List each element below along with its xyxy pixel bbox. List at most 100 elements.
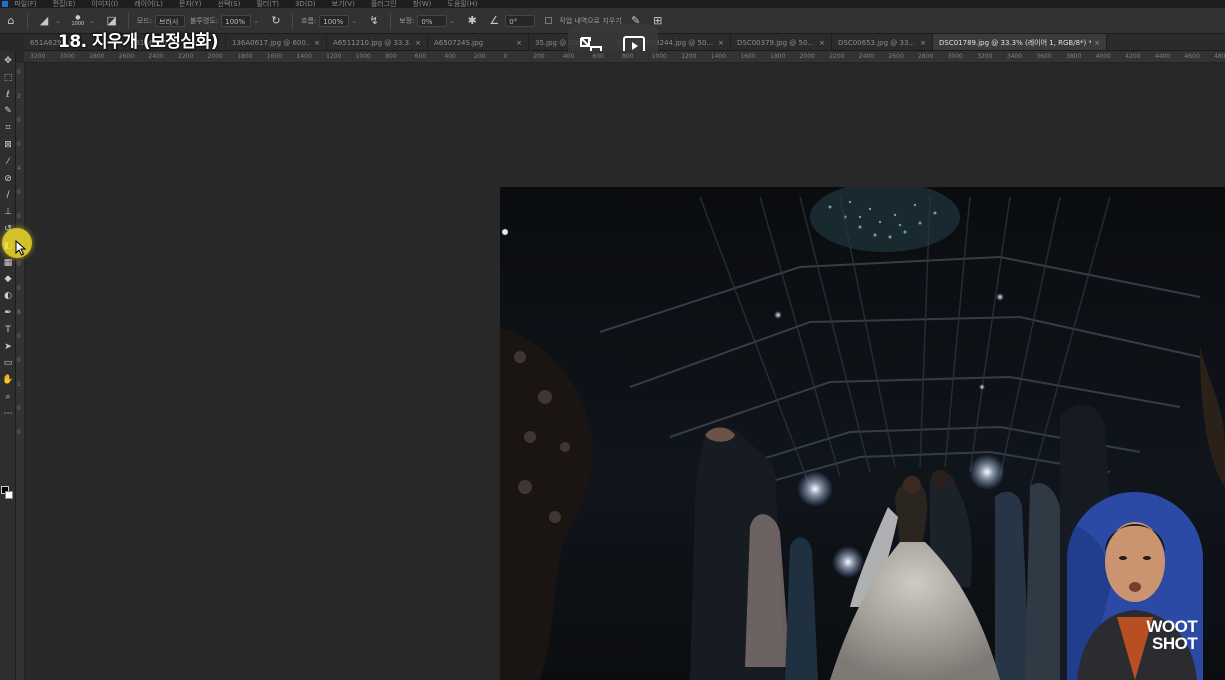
rectangle-tool-icon[interactable]: ▭ bbox=[0, 356, 16, 370]
clone-stamp-tool-icon[interactable]: ⊥ bbox=[0, 205, 16, 219]
angle-field[interactable]: 0° bbox=[505, 14, 536, 27]
crop-tool-icon[interactable]: ⌗ bbox=[0, 121, 16, 135]
photoshop-logo-icon bbox=[2, 1, 8, 7]
gear-icon[interactable]: ✱ bbox=[464, 13, 480, 29]
ruler-tick-label: 1 bbox=[17, 381, 21, 388]
smoothing-field[interactable]: 0% bbox=[417, 14, 448, 27]
menu-item[interactable]: 필터(T) bbox=[256, 0, 279, 8]
menu-items: 파일(F) 편집(E) 이미지(I) 레이어(L) 문자(Y) 선택(S) 필터(T) 3D(… bbox=[14, 0, 493, 8]
document-tab-active[interactable]: DSC01789.jpg @ 33.3% (레이어 1, RGB/8*) * × bbox=[933, 34, 1107, 50]
menu-item[interactable]: 도움말(H) bbox=[447, 0, 477, 8]
tab-close-icon[interactable]: × bbox=[415, 39, 421, 47]
eraser-icon[interactable]: ◢ bbox=[36, 13, 52, 29]
pressure-opacity-icon[interactable]: ↻ bbox=[268, 13, 284, 29]
tab-close-icon[interactable]: × bbox=[718, 39, 724, 47]
tab-close-icon[interactable]: × bbox=[819, 39, 825, 47]
menu-item[interactable]: 문자(Y) bbox=[179, 0, 202, 8]
quick-select-tool-icon[interactable]: ✎ bbox=[0, 104, 16, 118]
ruler-tick-label: 4 bbox=[17, 165, 21, 172]
ruler-tick-label: 0 bbox=[17, 213, 21, 220]
document-tab[interactable]: A6511210.jpg @ 33.3... × bbox=[327, 34, 428, 50]
mouse-pointer-icon bbox=[15, 240, 27, 256]
menu-item[interactable]: 레이어(L) bbox=[134, 0, 163, 8]
tab-label: DSC00379.jpg @ 50... bbox=[737, 38, 815, 47]
mode-select[interactable]: 브러시 bbox=[155, 14, 185, 27]
document-tab[interactable]: A650724S.jpg × bbox=[428, 34, 529, 50]
menu-item[interactable]: 파일(F) bbox=[14, 0, 36, 8]
lasso-tool-icon[interactable]: ℓ bbox=[0, 88, 16, 102]
opacity-field[interactable]: 100% bbox=[221, 14, 252, 27]
menu-item[interactable]: 플러그인 bbox=[371, 0, 397, 8]
chevron-down-icon[interactable]: ⌄ bbox=[253, 17, 259, 25]
ruler-tick-label: 1800 bbox=[237, 53, 253, 60]
menu-item[interactable]: 보기(V) bbox=[332, 0, 355, 8]
document-tab[interactable]: 136A0617.jpg @ 600... × bbox=[226, 34, 327, 50]
ruler-tick-label: 1200 bbox=[681, 53, 697, 60]
airbrush-icon[interactable]: ↯ bbox=[366, 13, 382, 29]
ruler-tick-label: 0 bbox=[17, 405, 21, 412]
tab-close-icon[interactable]: × bbox=[314, 39, 320, 47]
menu-item[interactable]: 선택(S) bbox=[218, 0, 241, 8]
move-tool-icon[interactable]: ✥ bbox=[0, 54, 16, 68]
eyedropper-tool-icon[interactable]: ⁄ bbox=[0, 155, 16, 169]
divider bbox=[390, 12, 392, 29]
tab-label: A6511210.jpg @ 33.3... bbox=[333, 38, 413, 47]
ruler-tick-label: 3200 bbox=[977, 53, 993, 60]
chevron-down-icon[interactable]: ⌄ bbox=[89, 17, 95, 25]
menu-bar: 파일(F) 편집(E) 이미지(I) 레이어(L) 문자(Y) 선택(S) 필터(T) 3D(… bbox=[0, 0, 1225, 8]
home-icon[interactable]: ⌂ bbox=[3, 13, 19, 29]
type-tool-icon[interactable]: T bbox=[0, 323, 16, 337]
ruler-tick-label: 2200 bbox=[178, 53, 194, 60]
document-tab[interactable]: DSC00653.jpg @ 33... × bbox=[832, 34, 933, 50]
erase-history-checkbox[interactable] bbox=[545, 17, 553, 24]
ruler-tick-label: 4600 bbox=[1184, 53, 1200, 60]
ruler-tick-label: 4200 bbox=[1125, 53, 1141, 60]
brush-tool-icon[interactable]: ∕ bbox=[0, 188, 16, 202]
ruler-tick-label: 800 bbox=[385, 53, 397, 60]
tab-label: DSC00653.jpg @ 33... bbox=[838, 38, 916, 47]
background-color-swatch[interactable] bbox=[5, 491, 13, 499]
ruler-tick-label: 600 bbox=[592, 53, 604, 60]
marquee-tool-icon[interactable]: ⬚ bbox=[0, 71, 16, 85]
pen-tool-icon[interactable]: ✒ bbox=[0, 306, 16, 320]
path-select-tool-icon[interactable]: ➤ bbox=[0, 340, 16, 354]
video-overlay-title: 18. 지우개 (보정심화) bbox=[58, 32, 218, 52]
spot-heal-tool-icon[interactable]: ⊘ bbox=[0, 172, 16, 186]
flow-field[interactable]: 100% bbox=[319, 14, 350, 27]
ruler-tick-label: 4400 bbox=[1154, 53, 1171, 60]
ruler-tick-label: 3400 bbox=[1006, 53, 1023, 60]
zoom-tool-icon[interactable]: ⌕ bbox=[0, 390, 16, 404]
ruler-tick-label: 4800 bbox=[1214, 53, 1225, 60]
ruler-tick-label: 2400 bbox=[148, 53, 164, 60]
ruler-tick-label: 2 bbox=[17, 93, 21, 100]
menu-item[interactable]: 편집(E) bbox=[53, 0, 76, 8]
ruler-tick-label: 400 bbox=[444, 53, 456, 60]
hand-tool-icon[interactable]: ✋ bbox=[0, 373, 16, 387]
menu-item[interactable]: 창(W) bbox=[413, 0, 432, 8]
ruler-tick-label: 3200 bbox=[30, 53, 46, 60]
tab-close-icon[interactable]: × bbox=[1094, 39, 1100, 47]
chevron-down-icon[interactable]: ⌄ bbox=[351, 17, 357, 25]
ruler-tick-label: 0 bbox=[17, 429, 21, 436]
angle-icon: ∠ bbox=[489, 14, 500, 27]
frame-tool-icon[interactable]: ⊠ bbox=[0, 138, 16, 152]
ruler-tick-label: 1400 bbox=[296, 53, 312, 60]
ruler-tick-label: 0 bbox=[503, 53, 508, 60]
tab-close-icon[interactable]: × bbox=[920, 39, 926, 47]
chevron-down-icon[interactable]: ⌄ bbox=[449, 17, 455, 25]
flow-label: 흐름: bbox=[301, 16, 317, 25]
blur-tool-icon[interactable]: ◆ bbox=[0, 272, 16, 286]
chevron-down-icon[interactable]: ⌄ bbox=[55, 17, 61, 25]
menu-item[interactable]: 이미지(I) bbox=[91, 0, 118, 8]
ruler-tick-label: 3800 bbox=[1066, 53, 1082, 60]
divider bbox=[292, 12, 293, 29]
menu-item[interactable]: 3D(D) bbox=[295, 0, 316, 8]
ruler-tick-label: 200 bbox=[474, 53, 486, 60]
ruler-tick-label: 2800 bbox=[918, 53, 934, 60]
dodge-tool-icon[interactable]: ◐ bbox=[0, 289, 16, 303]
mores-tool-icon[interactable]: ⋯ bbox=[0, 407, 16, 421]
ruler-tick-label: 1000 bbox=[355, 53, 371, 60]
ruler-tick-label: 0 bbox=[17, 141, 21, 148]
tab-close-icon[interactable]: × bbox=[516, 39, 522, 47]
document-tab[interactable]: DSC00379.jpg @ 50... × bbox=[731, 34, 832, 50]
